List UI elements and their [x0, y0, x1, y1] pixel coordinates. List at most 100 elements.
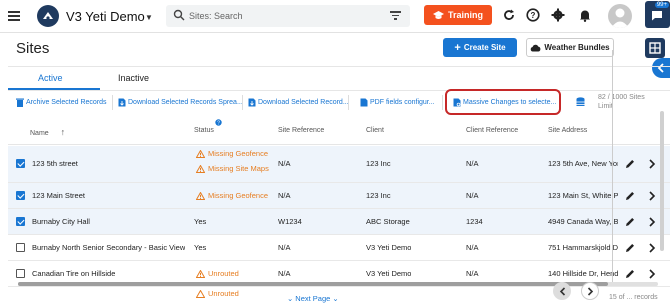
status-text: Unrouted — [208, 289, 239, 298]
column-client[interactable]: Client — [366, 127, 384, 134]
chevron-down-icon: ⌄ — [287, 294, 294, 303]
site-name: Canadian Tire on Hillside — [32, 269, 116, 278]
chevron-right-icon — [587, 286, 593, 296]
client-reference: N/A — [466, 243, 479, 252]
avatar[interactable] — [608, 4, 632, 28]
status-warning: Missing Geofence — [196, 191, 268, 200]
chat-icon — [652, 11, 662, 21]
chevron-right-icon[interactable] — [648, 269, 656, 279]
column-name-label: Name — [30, 130, 49, 137]
download-spreadsheet-label: Download Selected Records Sprea... — [128, 99, 243, 106]
warning-icon — [196, 191, 205, 200]
column-name[interactable]: Name ↑ — [30, 127, 65, 137]
status-text: Yes — [194, 243, 207, 252]
cloud-icon — [531, 44, 541, 51]
database-icon — [576, 97, 585, 106]
edit-pencil-icon[interactable] — [624, 158, 636, 170]
next-page-arrow-button[interactable] — [581, 282, 599, 300]
app-title[interactable]: V3 Yeti Demo — [66, 9, 145, 24]
table-row[interactable]: Burnaby North Senior Secondary - Basic V… — [8, 235, 670, 261]
table-row[interactable]: 123 Main Street Missing Geofence N/A 123… — [8, 183, 670, 209]
app-logo — [37, 5, 59, 27]
gear-icon[interactable] — [551, 8, 565, 22]
chevron-right-icon[interactable] — [648, 217, 656, 227]
site-count: 82 / 1000 Sites Limit — [598, 93, 645, 111]
pdf-fields-label: PDF fields configur... — [370, 99, 435, 106]
dashboard-icon[interactable] — [645, 38, 665, 58]
client-name: 123 Inc — [366, 191, 391, 200]
pdf-fields-button[interactable]: PDF fields configur... — [360, 98, 435, 107]
site-name: 123 5th street — [32, 159, 78, 168]
edit-pencil-icon[interactable] — [624, 268, 636, 280]
client-name: V3 Yeti Demo — [366, 269, 412, 278]
caret-down-icon[interactable]: ▼ — [145, 13, 153, 22]
table-row[interactable]: Burnaby City Hall Yes W1234 ABC Storage … — [8, 209, 670, 235]
warning-icon — [196, 149, 205, 158]
bell-icon[interactable] — [578, 8, 592, 22]
download-records-button[interactable]: Download Selected Record... — [248, 98, 349, 107]
page-title: Sites — [16, 40, 50, 57]
site-count-label: Limit — [598, 103, 613, 110]
site-name: 123 Main Street — [32, 191, 85, 200]
row-checkbox[interactable] — [16, 191, 25, 200]
file-icon — [360, 98, 368, 107]
edit-pencil-icon[interactable] — [624, 242, 636, 254]
info-icon[interactable]: ? — [215, 119, 222, 126]
filter-icon[interactable] — [390, 11, 401, 21]
column-site-address[interactable]: Site Address — [548, 127, 587, 134]
row-checkbox[interactable] — [16, 269, 25, 278]
sticky-column-divider — [612, 50, 613, 282]
download-records-label: Download Selected Record... — [258, 99, 349, 106]
table-row[interactable]: 123 5th street Missing Geofence Missing … — [8, 146, 670, 183]
site-reference: W1234 — [278, 217, 302, 226]
chevron-right-icon[interactable] — [648, 243, 656, 253]
status-text: Yes — [194, 217, 207, 226]
table-header: Name ↑ Status ? Site Reference Client Cl… — [8, 117, 670, 145]
archive-selected-button[interactable]: Archive Selected Records — [16, 98, 107, 107]
row-checkbox[interactable] — [16, 159, 25, 168]
active-tab-indicator — [8, 88, 100, 90]
column-status[interactable]: Status — [194, 127, 214, 134]
warning-icon — [196, 269, 205, 278]
chevron-right-icon[interactable] — [648, 159, 656, 169]
status-text: Missing Site Maps — [208, 164, 269, 173]
column-site-reference[interactable]: Site Reference — [278, 127, 324, 134]
chat-button[interactable]: 99+ — [645, 1, 670, 28]
edit-pencil-icon[interactable] — [624, 190, 636, 202]
chevron-right-icon[interactable] — [648, 191, 656, 201]
tab-inactive[interactable]: Inactive — [118, 73, 149, 83]
client-reference: 1234 — [466, 217, 483, 226]
sort-arrow-up-icon[interactable]: ↑ — [61, 127, 66, 137]
graduation-cap-icon — [432, 10, 444, 19]
previous-page-button[interactable] — [553, 282, 571, 300]
site-reference: N/A — [278, 243, 291, 252]
site-address: 123 Main St, White Pl — [548, 191, 618, 200]
download-spreadsheet-button[interactable]: Download Selected Records Sprea... — [118, 98, 243, 107]
next-page-link[interactable]: ⌄ Next Page ⌄ — [287, 294, 339, 303]
site-address: 140 Hillside Dr, Hend — [548, 269, 618, 278]
create-site-button[interactable]: + Create Site — [443, 38, 517, 57]
menu-icon[interactable] — [8, 11, 20, 21]
site-address: 123 5th Ave, New Yor — [548, 159, 618, 168]
column-client-reference[interactable]: Client Reference — [466, 127, 518, 134]
help-icon[interactable]: ? — [526, 8, 540, 22]
search-input[interactable]: Sites: Search — [189, 11, 243, 21]
grid-icon — [649, 42, 661, 54]
scrollbar-thumb[interactable] — [18, 282, 608, 286]
search-bar[interactable]: Sites: Search — [166, 5, 410, 27]
edit-pencil-icon[interactable] — [624, 216, 636, 228]
trash-icon — [16, 98, 24, 107]
row-checkbox[interactable] — [16, 243, 25, 252]
client-name: 123 Inc — [366, 159, 391, 168]
divider — [348, 95, 349, 110]
training-button[interactable]: Training — [424, 5, 492, 25]
highlight-outline — [445, 89, 561, 115]
status-warning: Unrouted — [196, 289, 239, 298]
vertical-scrollbar[interactable] — [660, 111, 664, 251]
site-name: Burnaby City Hall — [32, 217, 90, 226]
tab-bar: Active Inactive — [8, 67, 670, 91]
row-checkbox[interactable] — [16, 217, 25, 226]
tab-active[interactable]: Active — [38, 73, 63, 83]
weather-bundles-button[interactable]: Weather Bundles — [526, 38, 614, 57]
refresh-icon[interactable] — [502, 8, 516, 22]
